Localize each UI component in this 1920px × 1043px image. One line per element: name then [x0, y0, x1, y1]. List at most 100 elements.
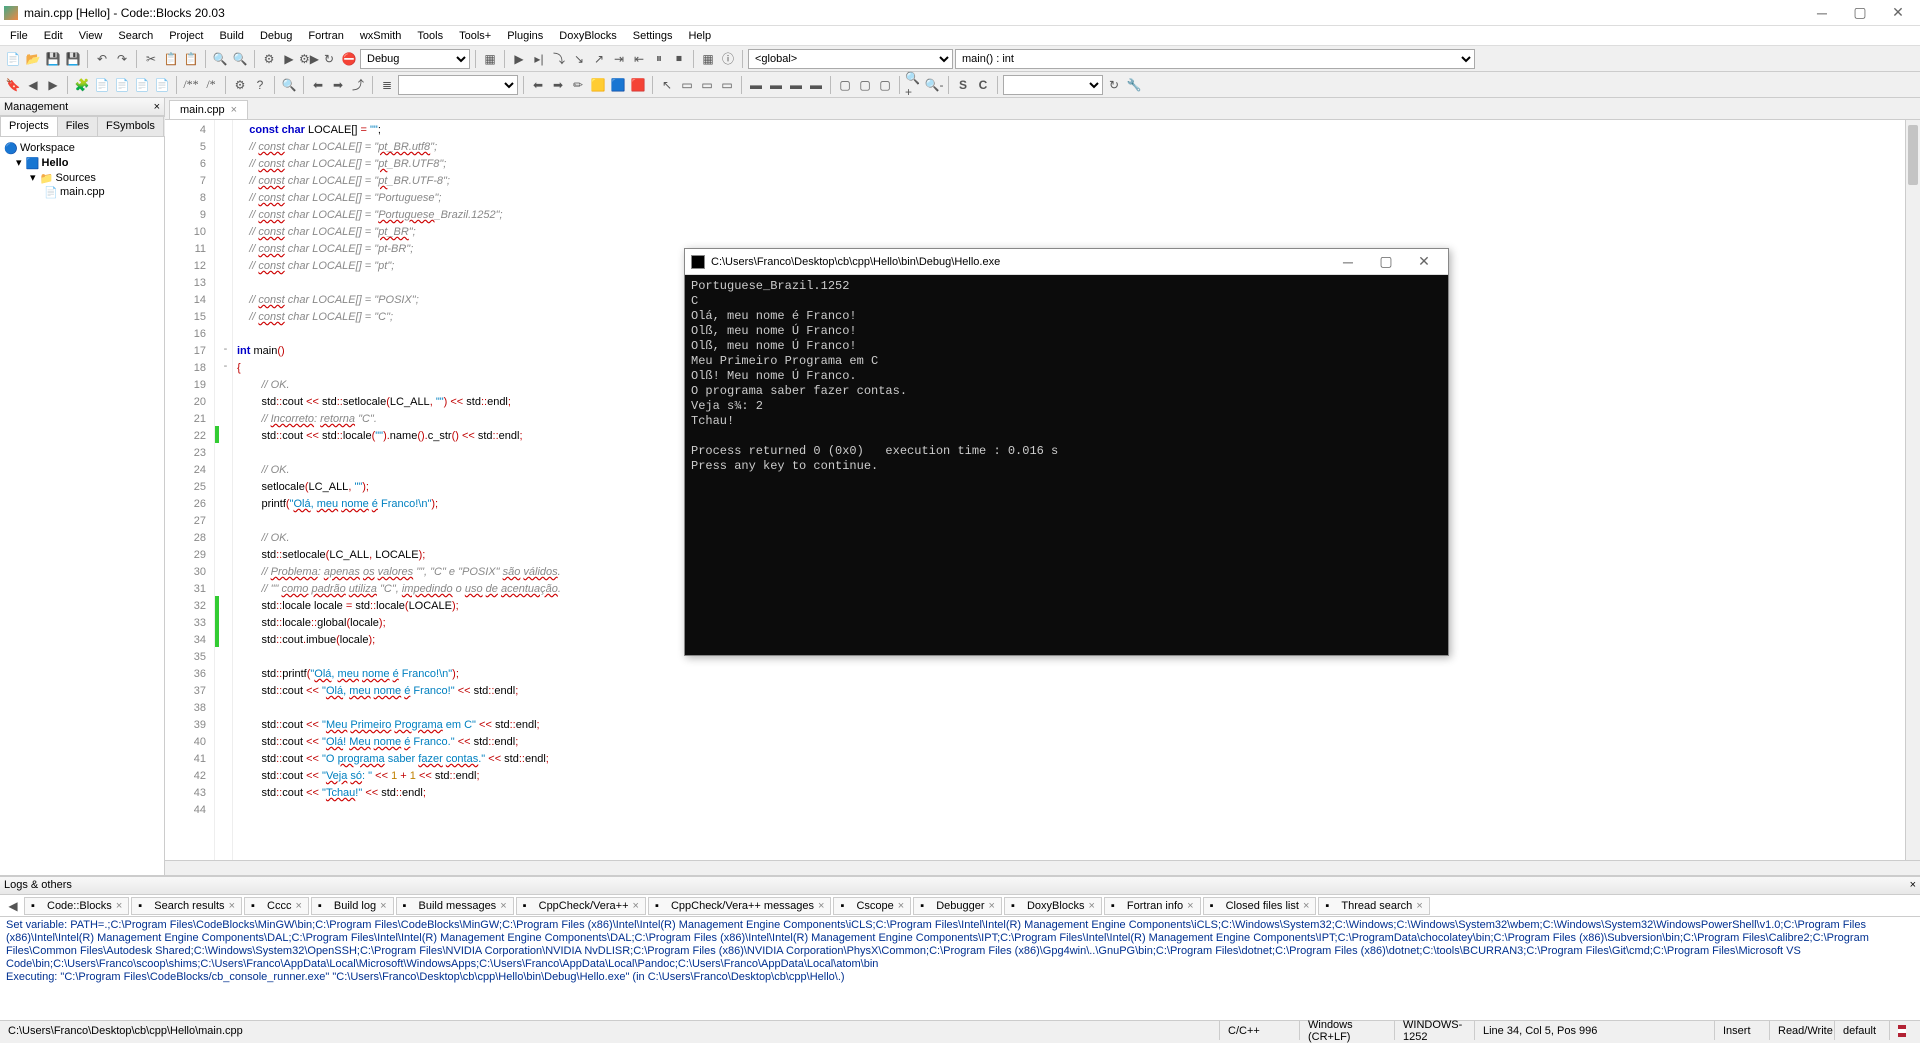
stop-debug-icon[interactable]: ⏹	[670, 50, 688, 68]
class-icon[interactable]: C	[974, 76, 992, 94]
mgmt-tab-projects[interactable]: Projects	[0, 116, 58, 136]
last-jump-icon[interactable]: ⤴	[349, 76, 367, 94]
new-file-icon[interactable]: 📄	[4, 50, 22, 68]
collapse-icon[interactable]: ▾	[16, 156, 22, 169]
comment-block-icon[interactable]: /**	[182, 76, 200, 94]
tree-folder[interactable]: ▾ 📁 Sources	[4, 170, 160, 185]
log-tab-close-icon[interactable]: ×	[1187, 900, 1193, 912]
doxy-line-icon[interactable]: 📄	[153, 76, 171, 94]
close-tab-icon[interactable]: ×	[231, 104, 237, 116]
scrollbar-thumb[interactable]	[1908, 125, 1918, 185]
outline2-icon[interactable]: ▢	[856, 76, 874, 94]
doxy-block-icon[interactable]: 📄	[133, 76, 151, 94]
tree-file[interactable]: 📄 main.cpp	[4, 185, 160, 199]
nav-back-icon[interactable]: ⬅	[529, 76, 547, 94]
outline1-icon[interactable]: ▢	[836, 76, 854, 94]
run-to-cursor-icon[interactable]: ▸|	[530, 50, 548, 68]
editor-tab-main[interactable]: main.cpp ×	[169, 100, 248, 119]
settings-icon[interactable]: ⚙	[231, 76, 249, 94]
refresh-icon[interactable]: ↻	[1105, 76, 1123, 94]
log-tab-search-results[interactable]: ▪Search results×	[131, 897, 242, 915]
zoom-in-icon[interactable]: 🔍+	[905, 76, 923, 94]
menu-wxsmith[interactable]: wxSmith	[352, 28, 410, 44]
menu-fortran[interactable]: Fortran	[300, 28, 351, 44]
menu-project[interactable]: Project	[161, 28, 211, 44]
rect-icon[interactable]: ▭	[678, 76, 696, 94]
console-output[interactable]: Portuguese_Brazil.1252 C Olá, meu nome é…	[685, 275, 1448, 655]
log-tab-close-icon[interactable]: ×	[1088, 900, 1094, 912]
step-instr-icon[interactable]: ⇤	[630, 50, 648, 68]
menu-search[interactable]: Search	[110, 28, 161, 44]
logs-content[interactable]: Set variable: PATH=.;C:\Program Files\Co…	[0, 917, 1920, 1020]
menu-plugins[interactable]: Plugins	[499, 28, 551, 44]
marker2-icon[interactable]: 🟨	[589, 76, 607, 94]
region1-icon[interactable]: ▭	[698, 76, 716, 94]
mgmt-tab-files[interactable]: Files	[57, 116, 98, 136]
copy-icon[interactable]: 📋	[162, 50, 180, 68]
tree-project[interactable]: ▾ 🟦 Hello	[4, 155, 160, 170]
log-tab-close-icon[interactable]: ×	[1303, 900, 1309, 912]
console-title-bar[interactable]: C:\Users\Franco\Desktop\cb\cpp\Hello\bin…	[685, 249, 1448, 275]
logs-close-icon[interactable]: ×	[1910, 879, 1916, 892]
find-icon[interactable]: 🔍	[211, 50, 229, 68]
console-maximize-button[interactable]: ▢	[1368, 252, 1404, 272]
log-tab-doxyblocks[interactable]: ▪DoxyBlocks×	[1004, 897, 1102, 915]
minimize-button[interactable]: ─	[1804, 3, 1840, 23]
highlight-icon[interactable]: 🔍	[280, 76, 298, 94]
logs-prev-icon[interactable]: ◀	[4, 897, 22, 915]
doxy-run-icon[interactable]: 📄	[93, 76, 111, 94]
cut-icon[interactable]: ✂	[142, 50, 160, 68]
log-tab-cccc[interactable]: ▪Cccc×	[244, 897, 309, 915]
log-tab-code-blocks[interactable]: ▪Code::Blocks×	[24, 897, 129, 915]
log-tab-debugger[interactable]: ▪Debugger×	[913, 897, 1002, 915]
project-tree[interactable]: 🔵 Workspace ▾ 🟦 Hello ▾ 📁 Sources 📄 main…	[0, 137, 164, 875]
prev-bookmark-icon[interactable]: ◀	[24, 76, 42, 94]
scope-select[interactable]: <global>	[748, 49, 953, 69]
log-tab-close-icon[interactable]: ×	[1416, 900, 1422, 912]
build-run-icon[interactable]: ⚙▶	[300, 50, 318, 68]
menu-build[interactable]: Build	[211, 28, 251, 44]
log-tab-close-icon[interactable]: ×	[989, 900, 995, 912]
log-tab-cppcheck-vera-messages[interactable]: ▪CppCheck/Vera++ messages×	[648, 897, 832, 915]
log-tab-cscope[interactable]: ▪Cscope×	[833, 897, 911, 915]
debug-windows-icon[interactable]: ▦	[699, 50, 717, 68]
log-tab-close-icon[interactable]: ×	[380, 900, 386, 912]
console-window[interactable]: C:\Users\Franco\Desktop\cb\cpp\Hello\bin…	[684, 248, 1449, 656]
source-icon[interactable]: S	[954, 76, 972, 94]
region2-icon[interactable]: ▭	[718, 76, 736, 94]
menu-tools[interactable]: Tools+	[451, 28, 499, 44]
jump-back-icon[interactable]: ⬅	[309, 76, 327, 94]
marker3-icon[interactable]: 🟦	[609, 76, 627, 94]
unknown-combo[interactable]	[1003, 75, 1103, 95]
save-icon[interactable]: 💾	[44, 50, 62, 68]
next-bookmark-icon[interactable]: ▶	[44, 76, 62, 94]
mgmt-tab-fsymbols[interactable]: FSymbols	[97, 116, 164, 136]
abort-icon[interactable]: ⛔	[340, 50, 358, 68]
menu-debug[interactable]: Debug	[252, 28, 300, 44]
block1-icon[interactable]: ▬	[747, 76, 765, 94]
redo-icon[interactable]: ↷	[113, 50, 131, 68]
nav-fwd-icon[interactable]: ➡	[549, 76, 567, 94]
paste-icon[interactable]: 📋	[182, 50, 200, 68]
code-viewport[interactable]: 4567891011121314151617181920212223242526…	[165, 120, 1920, 860]
select-icon[interactable]: ↖	[658, 76, 676, 94]
log-tab-close-icon[interactable]: ×	[818, 900, 824, 912]
menu-file[interactable]: File	[2, 28, 36, 44]
project-wizard-icon[interactable]: 🧩	[73, 76, 91, 94]
break-icon[interactable]: ⏸	[650, 50, 668, 68]
doxy-extract-icon[interactable]: 📄	[113, 76, 131, 94]
log-tab-closed-files-list[interactable]: ▪Closed files list×	[1203, 897, 1317, 915]
menu-doxyblocks[interactable]: DoxyBlocks	[551, 28, 624, 44]
log-tab-build-log[interactable]: ▪Build log×	[311, 897, 394, 915]
show-targets-icon[interactable]: ▦	[481, 50, 499, 68]
outline3-icon[interactable]: ▢	[876, 76, 894, 94]
search-combo[interactable]	[398, 75, 518, 95]
console-minimize-button[interactable]: ─	[1330, 252, 1366, 272]
menu-settings[interactable]: Settings	[625, 28, 681, 44]
log-tab-close-icon[interactable]: ×	[295, 900, 301, 912]
console-close-button[interactable]: ✕	[1406, 252, 1442, 272]
marker4-icon[interactable]: 🟥	[629, 76, 647, 94]
menu-edit[interactable]: Edit	[36, 28, 71, 44]
build-target-select[interactable]: Debug	[360, 49, 470, 69]
tree-workspace[interactable]: 🔵 Workspace	[4, 141, 160, 155]
